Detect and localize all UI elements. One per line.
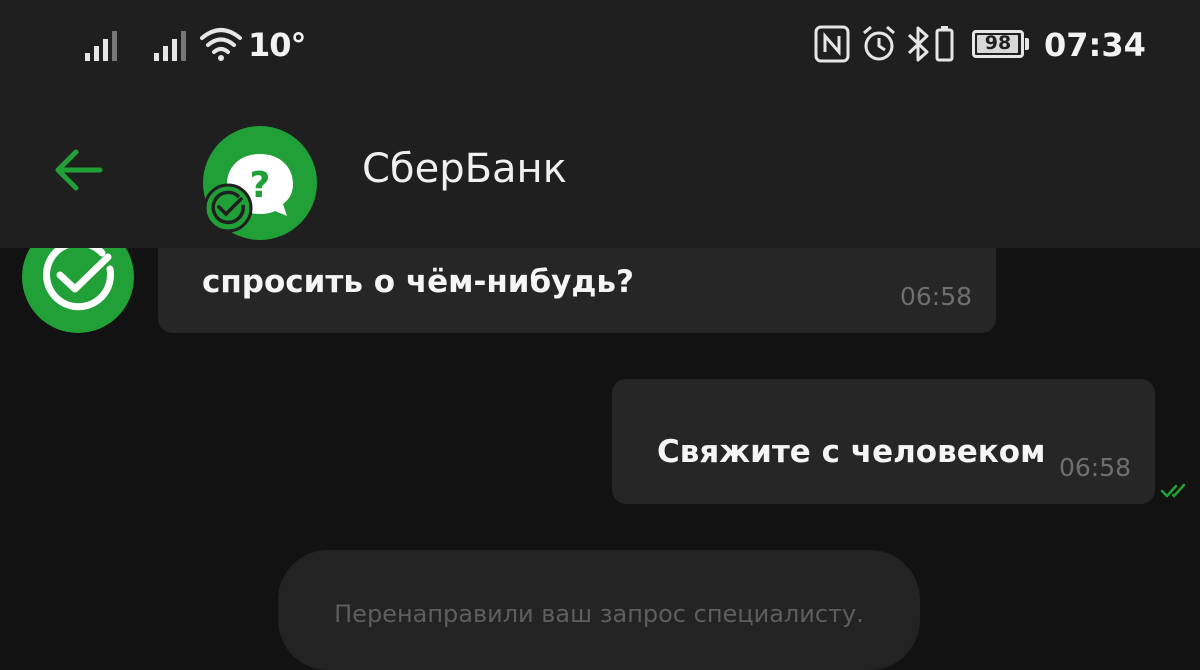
sber-logo-icon [22, 243, 134, 333]
status-bar: 10° 98 07:34 [0, 0, 1200, 92]
double-check-icon [1160, 483, 1186, 498]
outgoing-message[interactable]: Свяжите с человеком 06:58 [612, 379, 1155, 504]
battery-level: 98 [984, 32, 1012, 54]
clock: 07:34 [1044, 26, 1146, 64]
signal-icon [154, 31, 186, 61]
signal-icon [85, 31, 117, 61]
message-text: Свяжите с человеком [657, 434, 1046, 470]
wifi-icon [200, 28, 242, 61]
alarm-icon [863, 25, 895, 61]
battery-icon: 98 [972, 30, 1024, 58]
nfc-icon [814, 25, 850, 63]
system-message-text: Перенаправили ваш запрос специалисту. [334, 600, 864, 628]
battery-saver-icon [935, 26, 954, 62]
bluetooth-icon [907, 26, 929, 62]
arrow-left-icon [55, 149, 103, 191]
chat-header: ? СберБанк [0, 92, 1200, 248]
temperature-label: 10° [248, 26, 307, 64]
chat-title: СберБанк [362, 146, 567, 192]
system-message: Перенаправили ваш запрос специалисту. [278, 550, 920, 670]
back-button[interactable] [40, 132, 120, 212]
message-text: спросить о чём-нибудь? [202, 264, 634, 300]
message-time: 06:58 [899, 282, 972, 311]
bot-avatar [22, 243, 134, 333]
message-time: 06:58 [1058, 453, 1131, 482]
sber-check-icon [203, 183, 253, 233]
